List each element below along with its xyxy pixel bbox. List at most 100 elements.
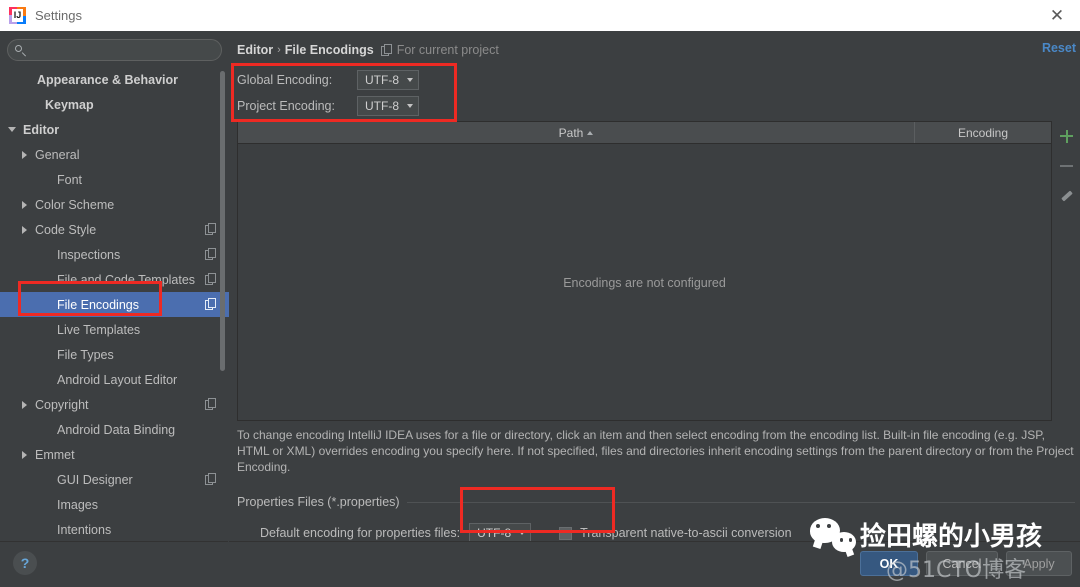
project-scope-icon [380, 44, 392, 56]
encodings-table: Path Encoding Encodings are not configur… [237, 121, 1052, 421]
annotation-box-properties-encoding [460, 487, 615, 533]
project-scope-icon [205, 473, 216, 485]
sidebar-item-label: Live Templates [57, 322, 141, 337]
breadcrumb: Editor › File Encodings For current proj… [237, 41, 499, 59]
search-input[interactable] [26, 43, 221, 57]
sidebar-item-editor[interactable]: Editor [0, 117, 229, 142]
search-field[interactable] [7, 39, 222, 61]
sidebar-item-label: Emmet [35, 447, 75, 462]
project-scope-icon [205, 398, 216, 410]
sidebar-item-label: Android Layout Editor [57, 372, 178, 387]
sidebar-item-live-templates[interactable]: Live Templates [0, 317, 229, 342]
column-header-path[interactable]: Path [238, 122, 915, 143]
chevron-right-icon[interactable] [20, 149, 31, 160]
sidebar-item-appearance-behavior[interactable]: Appearance & Behavior [0, 67, 229, 92]
breadcrumb-separator: › [277, 44, 281, 56]
chevron-right-icon[interactable] [20, 399, 31, 410]
table-empty-message: Encodings are not configured [563, 275, 726, 290]
column-header-path-label: Path [558, 125, 584, 140]
sidebar-item-label: Inspections [57, 247, 121, 262]
project-scope-icon [205, 223, 216, 235]
sort-ascending-icon [587, 130, 594, 135]
sidebar-item-general[interactable]: General [0, 142, 229, 167]
sidebar-item-label: Editor [23, 122, 60, 137]
sidebar-item-label: Android Data Binding [57, 422, 176, 437]
sidebar-scrollbar[interactable] [220, 71, 225, 371]
project-scope-icon [205, 273, 216, 285]
wechat-watermark: 捡田螺的小男孩 [810, 516, 1042, 553]
wechat-icon [810, 517, 856, 552]
help-icon[interactable]: ? [13, 551, 37, 575]
column-header-encoding[interactable]: Encoding [915, 122, 1051, 143]
sidebar-item-label: Code Style [35, 222, 97, 237]
sidebar-item-gui-designer[interactable]: GUI Designer [0, 467, 229, 492]
sidebar-item-label: Copyright [35, 397, 89, 412]
sidebar-item-android-data-binding[interactable]: Android Data Binding [0, 417, 229, 442]
chevron-right-icon[interactable] [20, 199, 31, 210]
breadcrumb-current: File Encodings [284, 43, 374, 57]
table-toolbar [1053, 121, 1080, 421]
title-bar: IJ Settings ✕ [0, 0, 1080, 32]
project-scope-icon [205, 298, 216, 310]
sidebar-item-label: GUI Designer [57, 472, 133, 487]
wechat-watermark-text: 捡田螺的小男孩 [860, 522, 1043, 552]
annotation-box-file-encodings-item [18, 281, 162, 316]
remove-encoding-button[interactable] [1053, 151, 1080, 181]
chevron-right-icon[interactable] [20, 449, 31, 460]
sidebar-item-color-scheme[interactable]: Color Scheme [0, 192, 229, 217]
chevron-down-icon[interactable] [8, 124, 19, 135]
pencil-icon [1060, 189, 1073, 203]
plus-icon [1060, 129, 1073, 143]
reset-link[interactable]: Reset [1042, 41, 1076, 55]
intellij-idea-icon: IJ [9, 7, 26, 24]
group-title-label: Properties Files (*.properties) [237, 495, 400, 509]
search-icon [15, 44, 26, 56]
settings-dialog: IJ Settings ✕ Appearance & Behavior Keyma… [0, 0, 1080, 587]
sidebar-item-label: Font [57, 172, 83, 187]
column-header-encoding-label: Encoding [957, 125, 1009, 140]
sidebar-item-label: Intentions [57, 522, 112, 537]
sidebar-item-copyright[interactable]: Copyright [0, 392, 229, 417]
project-scope-icon [205, 248, 216, 260]
sidebar-item-intentions[interactable]: Intentions [0, 517, 229, 542]
site-watermark: @51CTO博客 [886, 558, 1027, 583]
sidebar-item-keymap[interactable]: Keymap [0, 92, 229, 117]
window-title: Settings [35, 8, 82, 23]
table-body: Encodings are not configured [238, 144, 1051, 421]
sidebar-item-label: File Types [57, 347, 114, 362]
table-header: Path Encoding [238, 122, 1051, 144]
annotation-box-encodings [231, 63, 457, 122]
add-encoding-button[interactable] [1053, 121, 1080, 151]
sidebar-item-label: Images [57, 497, 98, 512]
breadcrumb-scope-text: For current project [396, 43, 499, 57]
minus-icon [1060, 165, 1073, 167]
edit-encoding-button[interactable] [1053, 181, 1080, 211]
sidebar-item-images[interactable]: Images [0, 492, 229, 517]
sidebar-item-code-style[interactable]: Code Style [0, 217, 229, 242]
sidebar-item-label: Color Scheme [35, 197, 115, 212]
sidebar-item-label: Keymap [45, 97, 94, 112]
sidebar-item-inspections[interactable]: Inspections [0, 242, 229, 267]
chevron-right-icon[interactable] [20, 224, 31, 235]
sidebar-item-android-layout-editor[interactable]: Android Layout Editor [0, 367, 229, 392]
breadcrumb-root[interactable]: Editor [237, 43, 273, 57]
sidebar-item-emmet[interactable]: Emmet [0, 442, 229, 467]
sidebar-item-font[interactable]: Font [0, 167, 229, 192]
description-text: To change encoding IntelliJ IDEA uses fo… [237, 428, 1074, 474]
sidebar-footer: ? [0, 541, 228, 587]
sidebar-item-label: General [35, 147, 80, 162]
sidebar-item-file-types[interactable]: File Types [0, 342, 229, 367]
close-icon[interactable]: ✕ [1034, 0, 1080, 31]
default-encoding-label: Default encoding for properties files: [260, 526, 461, 540]
